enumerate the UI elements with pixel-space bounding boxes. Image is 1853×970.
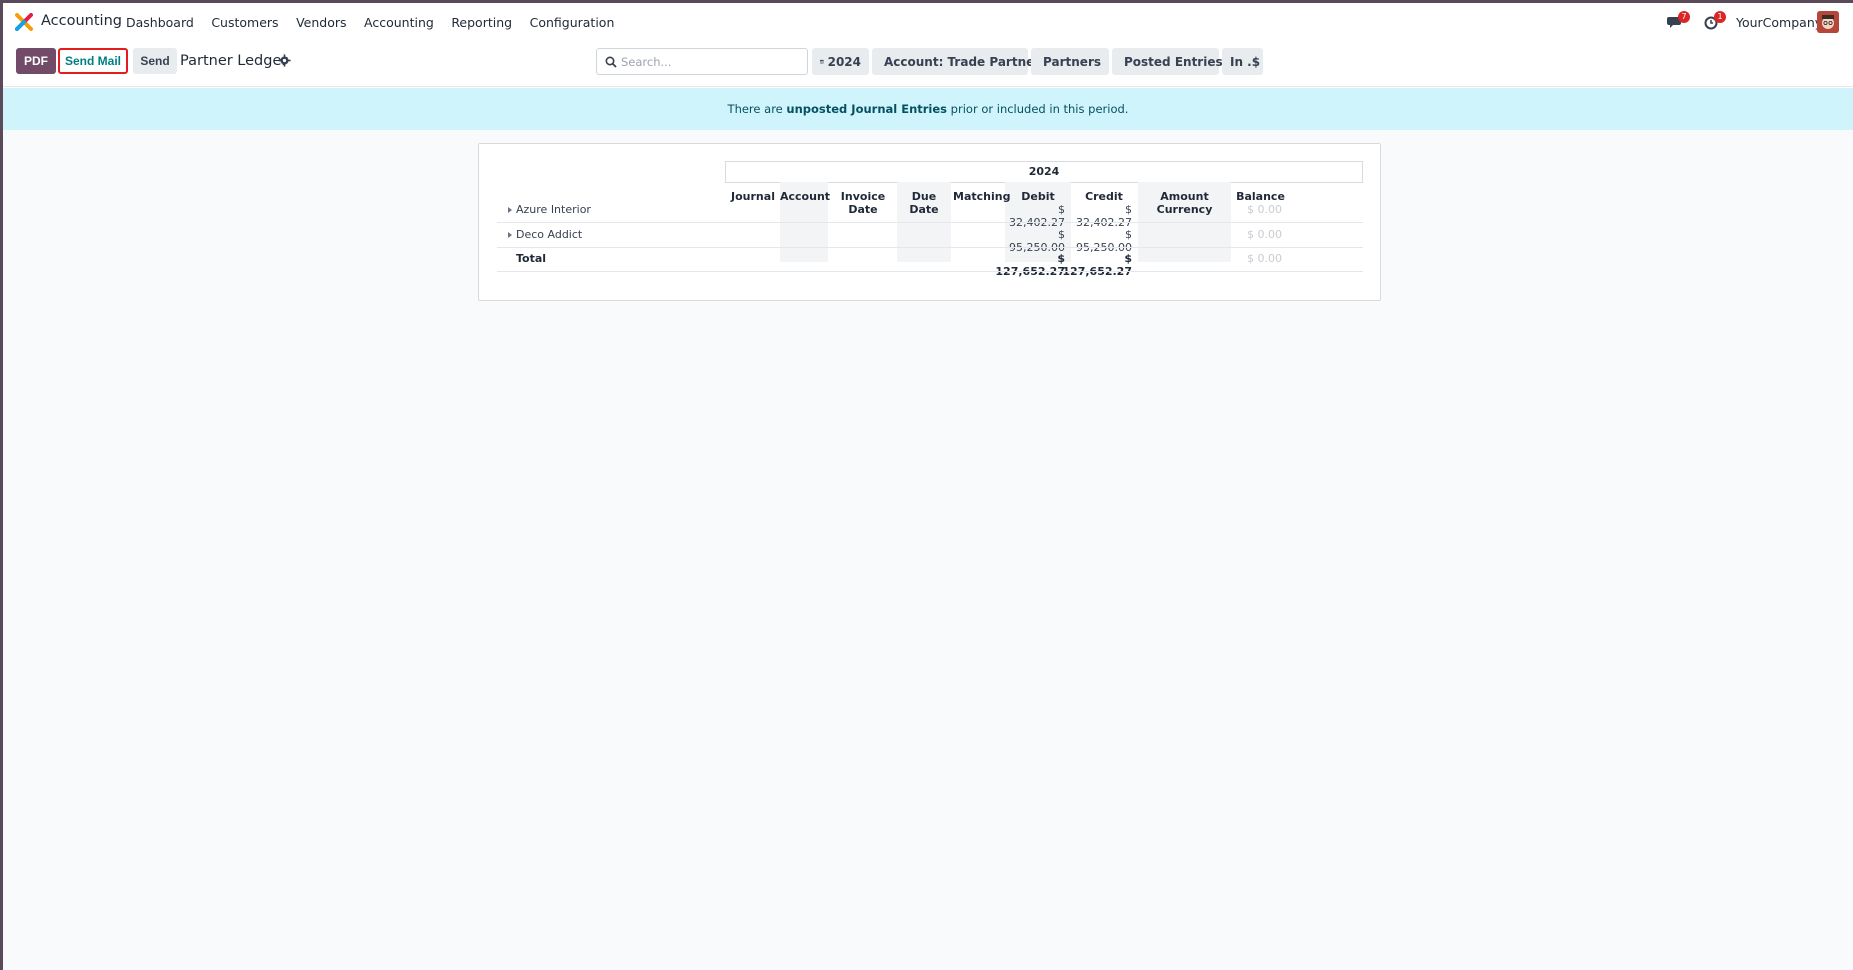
balance-value: $ 0.00 [1247, 203, 1282, 216]
table-row[interactable]: Azure Interior $ 32,402.27 $ 32,402.27 $… [497, 200, 1363, 229]
row-divider [497, 247, 1363, 248]
table-row[interactable]: Deco Addict $ 95,250.00 $ 95,250.00 $ 0.… [497, 225, 1363, 254]
report-title: Partner Ledger [180, 53, 288, 69]
control-panel: PDF Send Mail Send Partner Ledger 2024 A… [3, 41, 1853, 87]
pdf-button[interactable]: PDF [16, 48, 56, 74]
menu-configuration[interactable]: Configuration [530, 15, 615, 30]
posted-entries-filter-button[interactable]: Posted Entries [1112, 48, 1223, 75]
activities-badge: 1 [1714, 11, 1726, 23]
send-button[interactable]: Send [133, 48, 177, 74]
report-card: 2024 Journal Account Invoice Date Due Da… [478, 143, 1381, 301]
send-mail-button[interactable]: Send Mail [58, 48, 128, 74]
search-icon [605, 56, 617, 68]
menu-reporting[interactable]: Reporting [451, 15, 512, 30]
report-area: 2024 Journal Account Invoice Date Due Da… [3, 130, 1853, 970]
expand-caret-icon[interactable] [508, 207, 512, 213]
company-switcher[interactable]: YourCompany [1736, 15, 1822, 30]
total-balance: $ 0.00 [1247, 252, 1282, 265]
total-row: Total $ 127,652.27 $ 127,652.27 $ 0.00 [497, 249, 1363, 278]
menu-vendors[interactable]: Vendors [296, 15, 346, 30]
account-filter-button[interactable]: Account: Trade Partners [872, 48, 1047, 75]
search-box [596, 48, 808, 75]
partners-filter-button[interactable]: Partners [1031, 48, 1109, 75]
balance-value: $ 0.00 [1247, 228, 1282, 241]
user-avatar[interactable] [1817, 11, 1839, 33]
menu-customers[interactable]: Customers [211, 15, 278, 30]
unposted-entries-alert: There are unposted Journal Entries prior… [3, 88, 1853, 130]
gear-icon[interactable] [278, 54, 291, 67]
app-name[interactable]: Accounting [41, 13, 122, 29]
alert-prefix: There are [727, 102, 787, 116]
total-label: Total [516, 252, 547, 265]
activities-button[interactable]: 1 [1703, 3, 1726, 41]
search-input[interactable] [621, 54, 791, 69]
avatar-icon [1817, 11, 1839, 33]
partner-name[interactable]: Deco Addict [516, 228, 582, 241]
messages-badge: 7 [1678, 11, 1690, 23]
partners-filter-label: Partners [1043, 54, 1101, 69]
main-menu: Dashboard Customers Vendors Accounting R… [126, 15, 632, 30]
menu-dashboard[interactable]: Dashboard [126, 15, 194, 30]
currency-filter-label: In .$ [1230, 54, 1261, 69]
date-filter-label: 2024 [827, 54, 861, 69]
period-header: 2024 [725, 161, 1363, 183]
top-navbar: Accounting Dashboard Customers Vendors A… [3, 3, 1853, 41]
menu-accounting[interactable]: Accounting [364, 15, 434, 30]
accounting-app-icon[interactable] [15, 13, 33, 31]
expand-caret-icon[interactable] [508, 232, 512, 238]
row-divider [497, 271, 1363, 272]
posted-entries-filter-label: Posted Entries [1124, 54, 1223, 69]
messages-button[interactable]: 7 [1667, 3, 1690, 41]
unposted-entries-link[interactable]: unposted Journal Entries [786, 102, 947, 116]
account-filter-label: Account: Trade Partners [884, 54, 1048, 69]
currency-filter-button[interactable]: In .$ [1222, 48, 1263, 75]
date-filter-button[interactable]: 2024 [812, 48, 869, 75]
total-credit: $ 127,652.27 [1062, 252, 1132, 278]
row-divider [497, 222, 1363, 223]
partner-name[interactable]: Azure Interior [516, 203, 591, 216]
calendar-icon [820, 59, 824, 64]
alert-suffix: prior or included in this period. [947, 102, 1129, 116]
